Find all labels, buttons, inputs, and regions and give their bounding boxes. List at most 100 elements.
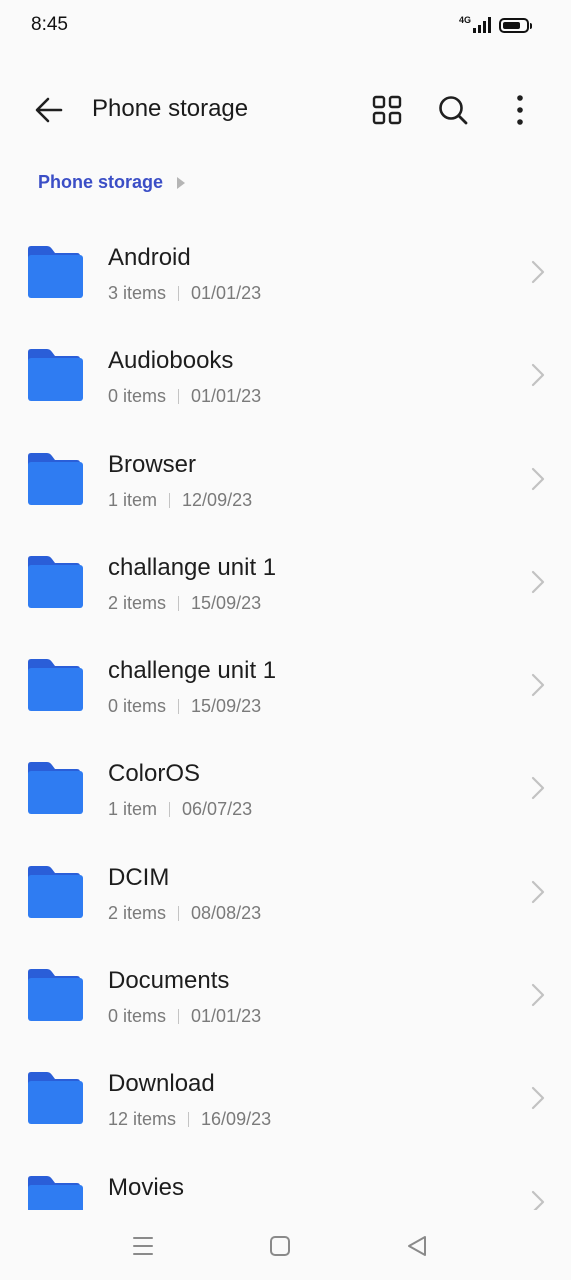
breadcrumb-item-phone-storage[interactable]: Phone storage	[38, 172, 163, 193]
chevron-right-icon	[531, 1087, 545, 1110]
meta-divider	[178, 286, 180, 301]
nav-back-button[interactable]	[402, 1231, 432, 1261]
folder-icon	[28, 555, 83, 608]
chevron-right-icon	[531, 983, 545, 1007]
meta-divider	[169, 492, 171, 508]
folder-item-count: 2 items	[108, 592, 167, 613]
back-button[interactable]	[28, 92, 72, 128]
menu-icon	[133, 1237, 153, 1255]
folder-meta: 3 items 01/01/23	[108, 283, 261, 304]
folder-name: Download	[108, 1070, 215, 1098]
grid-view-button[interactable]	[366, 89, 408, 131]
folder-date: 01/01/23	[191, 283, 262, 303]
folder-list-item[interactable]: DCIM 2 items 08/08/23	[0, 826, 571, 929]
meta-divider	[188, 1112, 190, 1128]
folder-meta: 0 items 15/09/23	[108, 696, 261, 717]
home-button[interactable]	[265, 1231, 295, 1261]
folder-name: Documents	[108, 967, 230, 995]
folder-icon	[28, 349, 83, 402]
folder-date: 16/09/23	[201, 1109, 272, 1130]
page-title: Phone storage	[92, 95, 249, 122]
folder-date: 12/09/23	[182, 489, 253, 510]
status-bar: 8:45 4G	[0, 0, 571, 50]
folder-icon	[28, 1072, 83, 1125]
folder-name: Movies	[108, 1173, 185, 1201]
folder-name: challenge unit 1	[108, 657, 277, 685]
screen: 8:45 4G Phone storage Phone storage Andr…	[0, 0, 571, 1280]
meta-divider	[169, 802, 171, 818]
more-options-button[interactable]	[500, 89, 540, 131]
folder-name: Browser	[108, 450, 197, 478]
meta-divider	[178, 905, 180, 921]
meta-divider	[178, 699, 180, 715]
folder-list-item[interactable]: challenge unit 1 0 items 15/09/23	[0, 619, 571, 722]
chevron-right-icon	[531, 260, 545, 284]
folder-date: 08/08/23	[191, 902, 262, 923]
folder-icon	[28, 1175, 83, 1210]
folder-item-count: 0 items	[108, 696, 167, 717]
folder-name: Audiobooks	[108, 347, 234, 375]
chevron-right-icon	[531, 880, 545, 903]
folder-item-count: 0 items	[108, 386, 167, 407]
folder-meta: 1 item 06/07/23	[108, 799, 252, 820]
folder-name: Android	[108, 244, 191, 271]
status-time: 8:45	[31, 14, 68, 35]
folder-date: 01/01/23	[191, 386, 262, 407]
folder-icon	[28, 969, 83, 1022]
folder-icon	[28, 865, 83, 918]
chevron-right-icon	[531, 364, 545, 387]
folder-meta: 0 items 01/01/23	[108, 386, 261, 407]
folder-meta: 2 items 15/09/23	[108, 593, 261, 614]
folder-name: ColorOS	[108, 760, 201, 788]
search-button[interactable]	[432, 89, 474, 131]
folder-item-count: 2 items	[108, 902, 167, 923]
folder-list-item[interactable]: challange unit 1 2 items 15/09/23	[0, 516, 571, 619]
folder-item-count: 0 items	[108, 1006, 167, 1027]
chevron-right-icon	[531, 467, 545, 490]
folder-item-count: 3 items	[108, 283, 167, 303]
network-type-label: 4G	[458, 15, 471, 25]
folder-date: 01/01/23	[191, 1006, 262, 1027]
home-icon	[270, 1236, 290, 1256]
folder-meta: 1 item 12/09/23	[108, 490, 252, 511]
folder-list-item[interactable]: ColorOS 1 item 06/07/23	[0, 722, 571, 825]
folder-list: Android 3 items 01/01/23 Audiobooks 0 items 0…	[0, 206, 571, 1210]
folder-icon	[28, 452, 83, 505]
search-icon	[439, 96, 468, 125]
breadcrumb: Phone storage	[38, 172, 186, 193]
folder-list-item[interactable]: Documents 0 items 01/01/23	[0, 929, 571, 1032]
back-arrow-icon	[35, 97, 63, 123]
folder-icon	[28, 246, 83, 298]
folder-item-count: 12 items	[108, 1109, 177, 1130]
folder-icon	[28, 762, 83, 815]
folder-date: 15/09/23	[191, 696, 262, 717]
status-indicators: 4G	[458, 14, 532, 36]
app-bar: Phone storage	[0, 75, 571, 145]
folder-meta: 2 items 08/08/23	[108, 903, 261, 924]
folder-meta: 0 items 01/01/23	[108, 1006, 261, 1027]
folder-item-count: 1 item	[108, 799, 158, 820]
folder-date: 06/07/23	[182, 799, 253, 820]
signal-icon	[473, 17, 491, 33]
system-nav-bar	[0, 1210, 571, 1280]
folder-list-item[interactable]: Audiobooks 0 items 01/01/23	[0, 309, 571, 412]
battery-icon	[499, 17, 532, 33]
chevron-right-icon	[531, 1190, 545, 1210]
recent-apps-button[interactable]	[128, 1231, 158, 1261]
folder-meta: 12 items 16/09/23	[108, 1109, 271, 1130]
folder-name: challange unit 1	[108, 553, 277, 581]
folder-list-item[interactable]: Android 3 items 01/01/23	[0, 206, 571, 309]
breadcrumb-arrow-icon	[177, 176, 186, 189]
meta-divider	[178, 1009, 180, 1025]
more-vertical-icon	[517, 95, 523, 125]
folder-list-item[interactable]: Movies	[0, 1136, 571, 1210]
grid-view-icon	[372, 95, 402, 125]
meta-divider	[178, 389, 180, 405]
folder-icon	[28, 659, 83, 712]
folder-list-item[interactable]: Download 12 items 16/09/23	[0, 1032, 571, 1135]
chevron-right-icon	[531, 570, 545, 593]
back-icon	[408, 1236, 426, 1256]
folder-list-item[interactable]: Browser 1 item 12/09/23	[0, 413, 571, 516]
folder-date: 15/09/23	[191, 592, 262, 613]
folder-name: DCIM	[108, 863, 170, 891]
